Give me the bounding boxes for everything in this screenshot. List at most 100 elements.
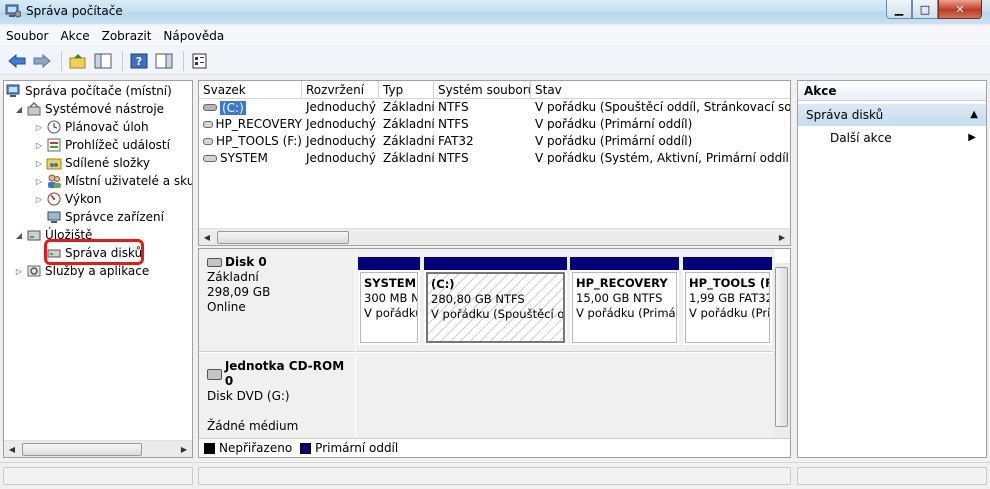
partition-name: HP_TOOLS (F:) <box>689 276 769 290</box>
scroll-thumb[interactable] <box>22 442 142 456</box>
console-tree-icon <box>94 53 112 68</box>
tree-item-task-scheduler[interactable]: ▷ Plánovač úloh <box>34 118 149 136</box>
volume-name-cell: (C:) <box>199 99 302 116</box>
disk-0-state: Online <box>207 300 246 314</box>
more-actions-item[interactable]: Další akce ▶ <box>798 129 986 147</box>
layout-cell: Jednoduchý <box>306 151 377 165</box>
filesystem-cell: NTFS <box>438 100 469 114</box>
column-header-volume[interactable]: Svazek <box>199 81 302 99</box>
up-level-button[interactable] <box>67 50 89 72</box>
volume-name-cell: HP_TOOLS (F:) <box>199 133 302 150</box>
disk-0-size: 298,09 GB <box>207 285 271 299</box>
status-cell: V pořádku (Systém, Aktivní, Primární odd… <box>535 151 791 165</box>
collapse-up-icon[interactable]: ▲ <box>970 104 978 126</box>
show-hide-console-tree-button[interactable] <box>92 50 114 72</box>
submenu-arrow-icon: ▶ <box>968 132 976 143</box>
properties-button[interactable] <box>189 50 211 72</box>
tree-horizontal-scrollbar[interactable]: ◀ ▶ <box>4 440 192 457</box>
folder-up-icon <box>69 53 86 68</box>
cdrom-0-info[interactable]: Jednotka CD-ROM 0 Disk DVD (G:) Žádné mé… <box>199 353 355 439</box>
tree-item-event-viewer[interactable]: ▷ Prohlížeč událostí <box>34 136 170 154</box>
expand-icon[interactable]: ▷ <box>34 195 44 204</box>
column-header-layout[interactable]: Rozvržení <box>302 81 379 99</box>
legend-unallocated: Nepřiřazeno <box>219 441 293 455</box>
table-row[interactable]: (C:) Jednoduchý Základní NTFS V pořádku … <box>199 99 790 116</box>
scroll-thumb[interactable] <box>217 230 349 244</box>
status-cell: V pořádku (Primární oddíl) <box>535 117 693 131</box>
back-button[interactable] <box>6 50 28 72</box>
tree-item-performance[interactable]: ▷ Výkon <box>34 190 102 208</box>
disk-0-title: Disk 0 <box>207 255 355 270</box>
menu-view[interactable]: Zobrazit <box>96 26 158 46</box>
forward-button[interactable] <box>31 50 53 72</box>
layout-cell: Jednoduchý <box>306 100 377 114</box>
partition-size: 15,00 GB NTFS <box>576 291 663 305</box>
scroll-right-icon[interactable]: ▶ <box>176 441 192 457</box>
shared-folder-icon <box>46 155 62 171</box>
cdrom-0-area <box>356 353 775 439</box>
scroll-thumb[interactable] <box>775 267 788 427</box>
menu-action[interactable]: Akce <box>54 26 95 46</box>
expand-icon[interactable]: ▷ <box>34 159 44 168</box>
expand-icon[interactable]: ▷ <box>34 141 44 150</box>
menu-file[interactable]: Soubor <box>0 26 54 46</box>
scroll-left-icon[interactable]: ◀ <box>4 441 20 457</box>
clock-icon <box>46 119 62 135</box>
tree-label-device-manager: Správce zařízení <box>65 210 164 224</box>
tree-item-root[interactable]: Správa počítače (místní) <box>6 82 172 100</box>
column-header-type[interactable]: Typ <box>379 81 434 99</box>
partition-size: 1,99 GB FAT32 <box>689 291 770 305</box>
tree-item-local-users[interactable]: ▷ Místní uživatelé a skupiny <box>34 172 192 190</box>
collapse-icon[interactable]: ◢ <box>14 105 24 114</box>
scroll-track[interactable] <box>215 230 774 245</box>
close-icon: ✕ <box>955 2 965 16</box>
tree-item-device-manager[interactable]: Správce zařízení <box>46 208 164 226</box>
disk-view-vertical-scrollbar[interactable] <box>773 263 790 439</box>
expand-icon[interactable]: ▷ <box>34 123 44 132</box>
type-cell: Základní <box>383 151 434 165</box>
actions-section-disk-management[interactable]: Správa disků ▲ <box>798 104 986 126</box>
title-bar[interactable]: Správa počítače ▁ □ ✕ <box>0 0 990 24</box>
primary-partition-bar <box>683 257 772 270</box>
actions-header: Akce <box>798 81 986 101</box>
tree-label-task-scheduler: Plánovač úloh <box>65 120 149 134</box>
table-row[interactable]: HP_TOOLS (F:) Jednoduchý Základní FAT32 … <box>199 133 790 150</box>
cdrom-0-title: Jednotka CD-ROM 0 <box>207 359 355 389</box>
menu-help[interactable]: Nápověda <box>157 26 230 46</box>
filesystem-cell: NTFS <box>438 151 469 165</box>
volume-list-header: Svazek Rozvržení Typ Systém souborů Stav <box>199 81 790 99</box>
tree-item-shared-folders[interactable]: ▷ Sdílené složky <box>34 154 150 172</box>
partition-hp-recovery[interactable]: HP_RECOVERY 15,00 GB NTFS V pořádku (Pri… <box>570 257 679 345</box>
collapse-icon[interactable]: ◢ <box>14 231 24 240</box>
tree-label-shared-folders: Sdílené složky <box>65 156 150 170</box>
partition-hp-tools[interactable]: HP_TOOLS (F:) 1,99 GB FAT32 V pořádku (P… <box>683 257 772 345</box>
minimize-button[interactable]: ▁ <box>886 0 912 19</box>
disk-0-partitions: SYSTEM 300 MB NTFS V pořádku (Systém (C:… <box>356 249 775 352</box>
show-hide-action-pane-button[interactable] <box>153 50 175 72</box>
scroll-right-icon[interactable]: ▶ <box>774 229 790 245</box>
services-icon <box>26 263 42 279</box>
volume-list-horizontal-scrollbar[interactable]: ◀ ▶ <box>199 228 790 245</box>
status-segment <box>797 467 987 485</box>
legend: Nepřiřazeno Primární oddíl <box>199 438 790 457</box>
expand-icon[interactable]: ▷ <box>34 177 44 186</box>
expand-icon[interactable]: ▷ <box>14 267 24 276</box>
tree-item-system-tools[interactable]: ◢ Systémové nástroje <box>14 100 164 118</box>
scroll-left-icon[interactable]: ◀ <box>199 229 215 245</box>
help-button[interactable]: ? <box>128 50 150 72</box>
scroll-track[interactable] <box>20 442 176 457</box>
menu-bar: Soubor Akce Zobrazit Nápověda <box>0 26 990 46</box>
column-header-status[interactable]: Stav <box>531 81 790 99</box>
close-button[interactable]: ✕ <box>938 0 982 19</box>
maximize-button[interactable]: □ <box>912 0 938 19</box>
disk-0-info[interactable]: Disk 0 Základní 298,09 GB Online <box>199 249 355 352</box>
computer-icon <box>6 83 22 99</box>
partition-c[interactable]: (C:) 280,80 GB NTFS V pořádku (Spouštěcí… <box>424 257 567 345</box>
table-row[interactable]: HP_RECOVERY Jednoduchý Základní NTFS V p… <box>199 116 790 133</box>
partition-system[interactable]: SYSTEM 300 MB NTFS V pořádku (Systém <box>358 257 420 345</box>
column-header-filesystem[interactable]: Systém souborů <box>434 81 531 99</box>
hard-disk-icon <box>207 258 222 267</box>
toolbar: ? <box>0 47 990 75</box>
table-row[interactable]: SYSTEM Jednoduchý Základní NTFS V pořádk… <box>199 150 790 167</box>
drive-icon <box>203 155 217 162</box>
